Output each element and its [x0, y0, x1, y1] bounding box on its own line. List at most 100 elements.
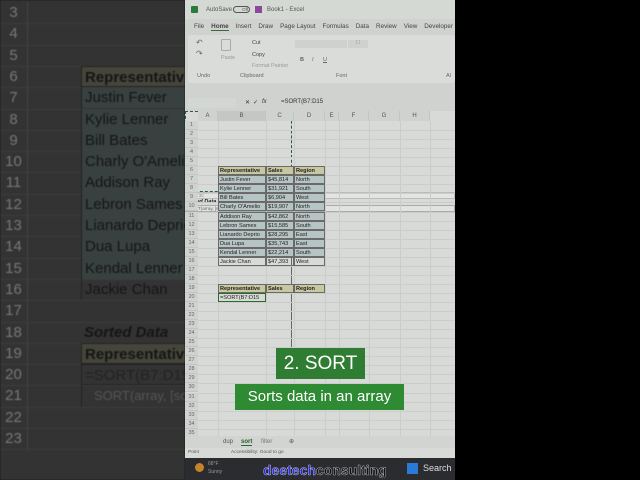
- row-header-14[interactable]: 14: [185, 238, 198, 248]
- table-cell[interactable]: $19,907: [266, 202, 294, 212]
- table-cell[interactable]: South: [294, 247, 325, 257]
- tab-developer[interactable]: Developer: [424, 23, 453, 30]
- paste-icon[interactable]: [221, 39, 231, 51]
- tab-formulas[interactable]: Formulas: [322, 23, 348, 30]
- row-header-31[interactable]: 31: [185, 392, 198, 402]
- sorted-header[interactable]: Sales: [266, 283, 294, 293]
- cut-button[interactable]: Cut: [252, 40, 261, 46]
- row-header-15[interactable]: 15: [185, 247, 198, 257]
- row-header-3[interactable]: 3: [185, 139, 198, 149]
- row-header-25[interactable]: 25: [185, 338, 198, 348]
- row-header-22[interactable]: 22: [185, 311, 198, 321]
- table-cell[interactable]: $22,214: [266, 247, 294, 257]
- column-header-B[interactable]: B: [218, 111, 266, 121]
- row-header-34[interactable]: 34: [185, 419, 198, 429]
- column-header-E[interactable]: E: [325, 111, 339, 121]
- column-header-F[interactable]: F: [339, 111, 369, 121]
- row-header-6[interactable]: 6: [185, 166, 198, 176]
- row-header-18[interactable]: 18: [185, 274, 198, 284]
- table-cell[interactable]: $47,393: [266, 256, 294, 266]
- table-cell[interactable]: $6,904: [266, 193, 294, 203]
- paste-button[interactable]: Paste: [221, 55, 235, 61]
- save-icon[interactable]: [255, 6, 262, 13]
- undo-icon[interactable]: ↶: [196, 38, 203, 47]
- row-header-32[interactable]: 32: [185, 401, 198, 411]
- formula-input[interactable]: =SORT(B7:D15: [281, 99, 451, 105]
- sheet-tab-sort[interactable]: sort: [241, 439, 253, 446]
- table-cell[interactable]: $15,585: [266, 220, 294, 230]
- row-header-26[interactable]: 26: [185, 347, 198, 357]
- font-name-select[interactable]: [295, 40, 347, 48]
- table-cell[interactable]: South: [294, 220, 325, 230]
- row-header-23[interactable]: 23: [185, 320, 198, 330]
- row-header-5[interactable]: 5: [185, 157, 198, 167]
- row-header-2[interactable]: 2: [185, 130, 198, 140]
- row-header-20[interactable]: 20: [185, 292, 198, 302]
- row-header-1[interactable]: 1: [185, 121, 198, 131]
- redo-icon[interactable]: ↷: [196, 49, 203, 58]
- table-cell[interactable]: Addison Ray: [218, 211, 266, 221]
- row-header-29[interactable]: 29: [185, 374, 198, 384]
- table-cell[interactable]: Lianardo Deprio: [218, 229, 266, 239]
- row-header-9[interactable]: 9: [185, 193, 198, 203]
- table-cell[interactable]: Charly O'Amelio: [218, 202, 266, 212]
- add-sheet-icon[interactable]: ⊕: [289, 438, 294, 445]
- table-cell[interactable]: $28,295: [266, 229, 294, 239]
- column-header-C[interactable]: C: [266, 111, 294, 121]
- table-cell[interactable]: Justin Fever: [218, 175, 266, 185]
- table-cell[interactable]: Kylie Lenner: [218, 184, 266, 194]
- table-cell[interactable]: East: [294, 238, 325, 248]
- table-cell[interactable]: Lebron Sames: [218, 220, 266, 230]
- row-header-33[interactable]: 33: [185, 410, 198, 420]
- table-cell[interactable]: $42,862: [266, 211, 294, 221]
- font-size-select[interactable]: 11: [348, 40, 368, 48]
- row-header-17[interactable]: 17: [185, 265, 198, 275]
- table-header[interactable]: Region: [294, 166, 325, 176]
- name-box[interactable]: [188, 98, 236, 108]
- table-cell[interactable]: $31,921: [266, 184, 294, 194]
- tab-page-layout[interactable]: Page Layout: [280, 23, 315, 30]
- table-cell[interactable]: Bill Bates: [218, 193, 266, 203]
- accessibility-status[interactable]: Accessibility: Good to go: [231, 450, 284, 455]
- italic-button[interactable]: I: [312, 57, 314, 63]
- table-cell[interactable]: North: [294, 175, 325, 185]
- row-header-13[interactable]: 13: [185, 229, 198, 239]
- column-header-G[interactable]: G: [369, 111, 400, 121]
- row-header-11[interactable]: 11: [185, 211, 198, 221]
- active-cell-formula[interactable]: =SORT(B7:D15: [218, 292, 266, 302]
- tab-home[interactable]: Home: [211, 23, 229, 31]
- table-cell[interactable]: North: [294, 211, 325, 221]
- row-header-7[interactable]: 7: [185, 175, 198, 185]
- row-header-16[interactable]: 16: [185, 256, 198, 266]
- fx-icon[interactable]: fx: [262, 99, 267, 105]
- table-cell[interactable]: Kendal Lenner: [218, 247, 266, 257]
- copy-button[interactable]: Copy: [252, 52, 265, 58]
- column-header-A[interactable]: A: [198, 111, 218, 121]
- table-cell[interactable]: East: [294, 229, 325, 239]
- table-cell[interactable]: South: [294, 184, 325, 194]
- row-header-27[interactable]: 27: [185, 356, 198, 366]
- underline-button[interactable]: U: [323, 57, 327, 63]
- table-cell[interactable]: Dua Lupa: [218, 238, 266, 248]
- row-header-24[interactable]: 24: [185, 329, 198, 339]
- cancel-icon[interactable]: ✕: [245, 99, 250, 106]
- row-header-28[interactable]: 28: [185, 365, 198, 375]
- tab-review[interactable]: Review: [376, 23, 397, 30]
- autosave-toggle[interactable]: Off: [233, 6, 250, 13]
- row-header-8[interactable]: 8: [185, 184, 198, 194]
- table-cell[interactable]: Jackie Chan: [218, 256, 266, 266]
- tab-insert[interactable]: Insert: [236, 23, 252, 30]
- row-header-19[interactable]: 19: [185, 283, 198, 293]
- sheet-tab-filter[interactable]: filter: [261, 439, 272, 445]
- windows-start-icon[interactable]: [407, 463, 418, 474]
- tab-view[interactable]: View: [404, 23, 418, 30]
- table-cell[interactable]: $45,814: [266, 175, 294, 185]
- taskbar-search[interactable]: Search: [423, 463, 452, 473]
- bold-button[interactable]: B: [300, 57, 304, 63]
- row-header-4[interactable]: 4: [185, 148, 198, 158]
- enter-icon[interactable]: ✓: [253, 99, 258, 106]
- row-header-30[interactable]: 30: [185, 383, 198, 393]
- table-header[interactable]: Sales: [266, 166, 294, 176]
- row-header-12[interactable]: 12: [185, 220, 198, 230]
- format-painter-button[interactable]: Format Painter: [252, 63, 288, 69]
